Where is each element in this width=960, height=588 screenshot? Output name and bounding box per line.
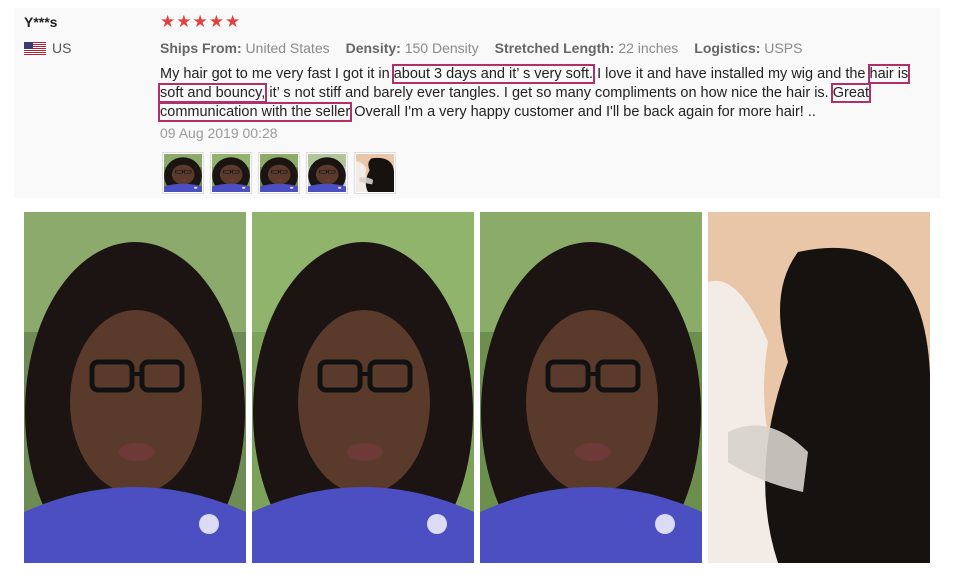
order-attribute: Ships From: United States <box>160 40 330 56</box>
attribute-value: United States <box>241 40 330 56</box>
wig-thumbnail[interactable] <box>354 152 396 194</box>
review-date: 09 Aug 2019 00:28 <box>160 125 278 141</box>
order-attribute: Logistics: USPS <box>694 40 802 56</box>
review-text-segment: it’ s not stiff and barely ever tangles.… <box>265 85 833 101</box>
wig-photo[interactable] <box>708 212 930 563</box>
selfie-photo[interactable] <box>252 212 474 563</box>
star-icon: ★ <box>208 12 224 32</box>
review-thumbnails <box>162 152 396 194</box>
order-attributes: Ships From: United States Density: 150 De… <box>160 40 802 56</box>
highlighted-phrase: about 3 days and it’ s very soft. <box>391 64 596 84</box>
star-icon: ★ <box>176 12 192 32</box>
star-icon: ★ <box>225 12 241 32</box>
selfie-photo[interactable] <box>480 212 702 563</box>
star-icon: ★ <box>160 12 176 32</box>
review-card: Y***s US ★ ★ ★ ★ ★ Ships From: United States… <box>14 8 940 198</box>
attribute-value: USPS <box>760 40 803 56</box>
selfie-thumbnail[interactable] <box>306 152 348 194</box>
review-photos <box>24 212 930 563</box>
star-icon: ★ <box>192 12 208 32</box>
review-text-segment: Overall I'm a very happy customer and I'… <box>350 104 816 120</box>
attribute-key: Density: <box>345 40 401 56</box>
selfie-thumbnail[interactable] <box>258 152 300 194</box>
star-rating: ★ ★ ★ ★ ★ <box>160 12 240 32</box>
selfie-photo[interactable] <box>24 212 246 563</box>
review-text-segment: I love it and have installed my wig and … <box>593 66 870 82</box>
attribute-key: Ships From: <box>160 40 242 56</box>
order-attribute: Density: 150 Density <box>346 40 479 56</box>
order-attribute: Stretched Length: 22 inches <box>495 40 679 56</box>
reviewer-country: US <box>24 40 71 56</box>
attribute-key: Logistics: <box>694 40 761 56</box>
reviewer-name: Y***s <box>24 14 58 30</box>
attribute-value: 150 Density <box>400 40 479 56</box>
us-flag-icon <box>24 41 46 55</box>
country-code: US <box>52 40 72 56</box>
review-text: My hair got to me very fast I got it in … <box>157 64 930 122</box>
selfie-thumbnail[interactable] <box>210 152 252 194</box>
attribute-value: 22 inches <box>614 40 679 56</box>
selfie-thumbnail[interactable] <box>162 152 204 194</box>
attribute-key: Stretched Length: <box>494 40 615 56</box>
review-text-segment: My hair got to me very fast I got it in <box>160 66 394 82</box>
